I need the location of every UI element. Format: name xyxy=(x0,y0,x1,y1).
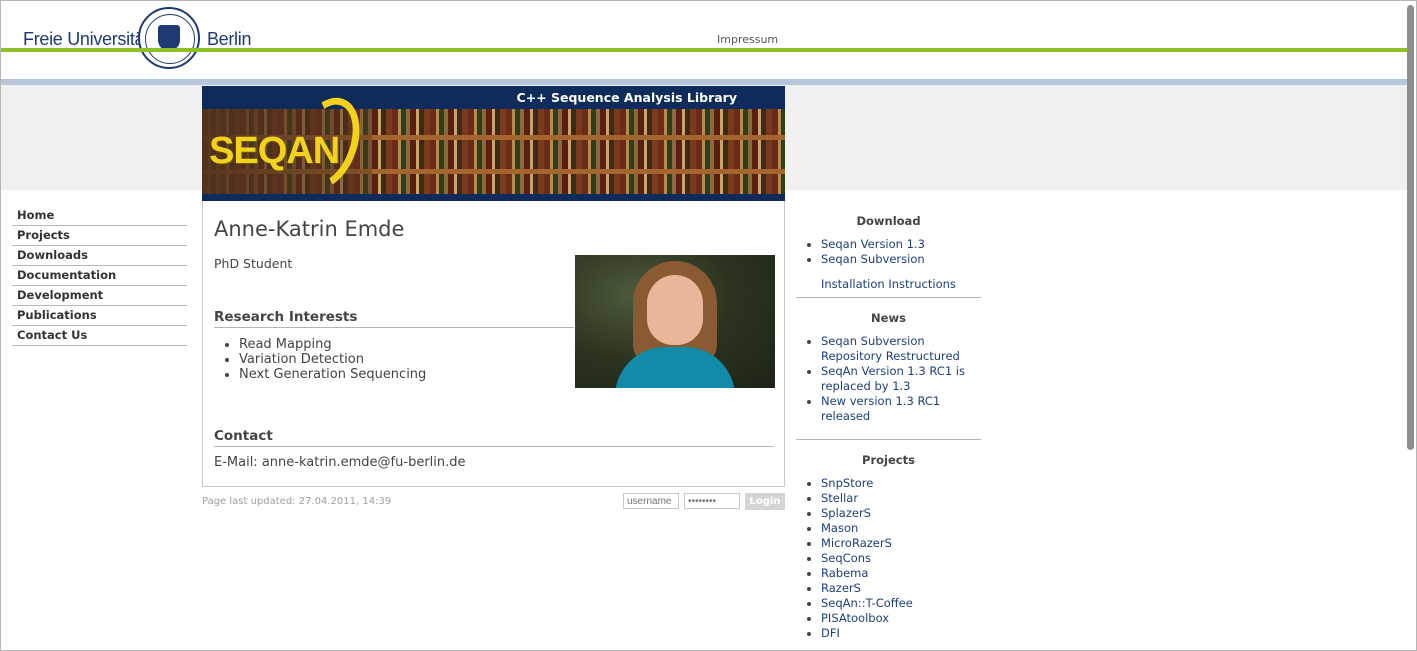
download-list: Seqan Version 1.3 Seqan Subversion xyxy=(796,237,981,267)
list-item: MicroRazerS xyxy=(821,536,981,551)
list-item: SplazerS xyxy=(821,506,981,521)
login-button[interactable]: Login xyxy=(745,493,785,510)
news-link[interactable]: SeqAn Version 1.3 RC1 is replaced by 1.3 xyxy=(821,364,965,393)
page-title: Anne-Katrin Emde xyxy=(214,217,405,241)
nav-item-contact-us[interactable]: Contact Us xyxy=(12,327,187,346)
projects-list: SnpStore Stellar SplazerS Mason MicroRaz… xyxy=(796,476,981,641)
seqan-banner: C++ Sequence Analysis Library SEQAN xyxy=(202,86,785,201)
nav-item-projects[interactable]: Projects xyxy=(12,227,187,246)
list-item: Mason xyxy=(821,521,981,536)
project-link[interactable]: Rabema xyxy=(821,566,868,580)
research-interests-heading: Research Interests xyxy=(214,309,574,328)
project-link[interactable]: Stellar xyxy=(821,491,858,505)
download-link[interactable]: Seqan Subversion xyxy=(821,252,925,266)
list-item: SeqAn Version 1.3 RC1 is replaced by 1.3 xyxy=(821,364,981,394)
university-seal-icon xyxy=(138,7,200,69)
username-input[interactable] xyxy=(623,493,679,509)
project-link[interactable]: SeqCons xyxy=(821,551,871,565)
project-link[interactable]: SplazerS xyxy=(821,506,871,520)
last-updated-text: Page last updated: 27.04.2011, 14:39 xyxy=(202,496,392,507)
list-item: Seqan Subversion xyxy=(821,252,981,267)
list-item: Read Mapping xyxy=(239,337,426,352)
browser-page: Freie Universität Berlin Impressum C++ Se… xyxy=(0,0,1417,651)
email-text: E-Mail: anne-katrin.emde@fu-berlin.de xyxy=(214,455,466,470)
list-item: SnpStore xyxy=(821,476,981,491)
project-link[interactable]: PISAtoolbox xyxy=(821,611,889,625)
password-input[interactable] xyxy=(684,493,740,509)
projects-heading: Projects xyxy=(862,453,915,467)
project-link[interactable]: DFI xyxy=(821,626,840,640)
list-item: DFI xyxy=(821,626,981,641)
news-link[interactable]: New version 1.3 RC1 released xyxy=(821,394,940,423)
contact-heading: Contact xyxy=(214,428,774,447)
project-link[interactable]: SeqAn::T-Coffee xyxy=(821,596,913,610)
project-link[interactable]: RazerS xyxy=(821,581,861,595)
logo-text-left: Freie Universität xyxy=(23,29,149,49)
list-item: RazerS xyxy=(821,581,981,596)
news-list: Seqan Subversion Repository Restructured… xyxy=(796,334,981,424)
profile-photo xyxy=(575,255,775,388)
project-link[interactable]: MicroRazerS xyxy=(821,536,892,550)
project-link[interactable]: SnpStore xyxy=(821,476,873,490)
sidebar-divider xyxy=(796,297,981,298)
left-navigation: Home Projects Downloads Documentation De… xyxy=(12,207,187,347)
news-heading: News xyxy=(871,311,906,325)
header-green-divider xyxy=(1,48,1409,52)
list-item: Stellar xyxy=(821,491,981,506)
list-item: Seqan Version 1.3 xyxy=(821,237,981,252)
banner-tagline: C++ Sequence Analysis Library xyxy=(202,86,785,109)
nav-item-downloads[interactable]: Downloads xyxy=(12,247,187,266)
list-item: Next Generation Sequencing xyxy=(239,367,426,382)
list-item: New version 1.3 RC1 released xyxy=(821,394,981,424)
logo-text-right: Berlin xyxy=(206,29,252,49)
vertical-scrollbar[interactable] xyxy=(1407,5,1414,450)
download-link[interactable]: Seqan Version 1.3 xyxy=(821,237,925,251)
installation-instructions-link[interactable]: Installation Instructions xyxy=(821,277,956,291)
nav-item-home[interactable]: Home xyxy=(12,207,187,226)
list-item: SeqCons xyxy=(821,551,981,566)
research-interests-list: Read Mapping Variation Detection Next Ge… xyxy=(214,337,426,382)
profile-content: Anne-Katrin Emde PhD Student Research In… xyxy=(202,201,785,487)
project-link[interactable]: Mason xyxy=(821,521,858,535)
news-link[interactable]: Seqan Subversion Repository Restructured xyxy=(821,334,960,363)
list-item: Variation Detection xyxy=(239,352,426,367)
list-item: SeqAn::T-Coffee xyxy=(821,596,981,611)
list-item: Rabema xyxy=(821,566,981,581)
list-item: PISAtoolbox xyxy=(821,611,981,626)
profile-role: PhD Student xyxy=(214,256,293,271)
nav-item-documentation[interactable]: Documentation xyxy=(12,267,187,286)
seqan-logo: SEQAN xyxy=(209,130,340,172)
impressum-link[interactable]: Impressum xyxy=(717,33,778,46)
nav-item-development[interactable]: Development xyxy=(12,287,187,306)
download-heading: Download xyxy=(856,214,921,228)
nav-item-publications[interactable]: Publications xyxy=(12,307,187,326)
list-item: Seqan Subversion Repository Restructured xyxy=(821,334,981,364)
sidebar-divider xyxy=(796,439,981,440)
